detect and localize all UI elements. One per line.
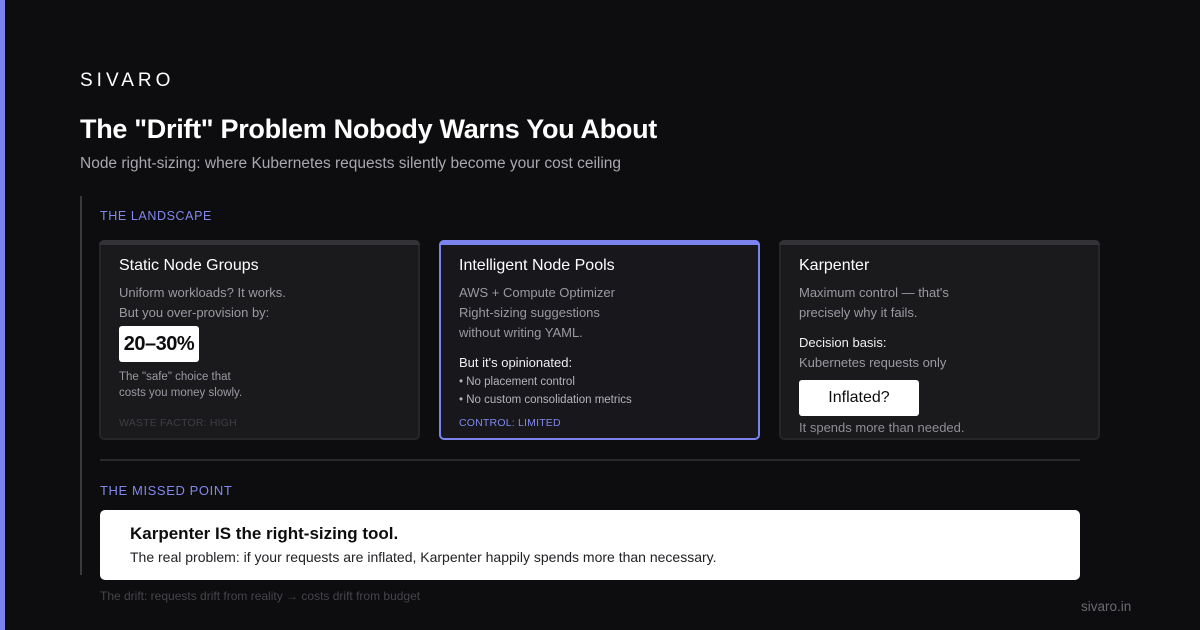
card-bullet: • No placement control [459,376,575,388]
callout-body: The real problem: if your requests are i… [130,549,717,565]
drift-note: The drift: requests drift from reality →… [100,589,421,603]
card-subheading: Decision basis: [799,335,887,350]
card-line: precisely why it fails. [799,305,918,320]
card-line: AWS + Compute Optimizer [459,285,615,300]
card-title: Karpenter [799,257,870,274]
accent-bar [0,0,5,630]
card-topline [439,240,760,245]
waste-percentage-badge: 20–30% [119,326,199,362]
card-topline [99,240,420,245]
section-divider [100,459,1080,461]
card-bullet: • No custom consolidation metrics [459,394,632,406]
card-note: The "safe" choice that [119,371,231,383]
card-intelligent-node-pools: Intelligent Node Pools AWS + Compute Opt… [439,240,760,440]
card-title: Intelligent Node Pools [459,257,615,274]
card-line: Right-sizing suggestions [459,305,600,320]
card-note: It spends more than needed. [799,420,965,435]
card-topline [779,240,1100,245]
brand-logo: SIVARO [80,70,175,91]
card-note: costs you money slowly. [119,387,243,399]
card-line: Maximum control — that's [799,285,949,300]
inflated-badge: Inflated? [799,380,919,416]
missed-point-label: THE MISSED POINT [100,483,233,498]
card-footer: WASTE FACTOR: HIGH [119,417,237,429]
card-subheading: But it's opinionated: [459,355,573,370]
missed-point-callout: Karpenter IS the right-sizing tool. The … [100,510,1080,580]
card-karpenter: Karpenter Maximum control — that's preci… [779,240,1100,440]
section-rail [80,196,82,575]
callout-title: Karpenter IS the right-sizing tool. [130,524,399,543]
card-title: Static Node Groups [119,257,259,274]
page-subtitle: Node right-sizing: where Kubernetes requ… [80,155,622,172]
card-line: But you over-provision by: [119,305,270,320]
landscape-label: THE LANDSCAPE [100,209,212,223]
card-static-node-groups: Static Node Groups Uniform workloads? It… [99,240,420,440]
card-footer: CONTROL: LIMITED [459,417,561,429]
page-title: The "Drift" Problem Nobody Warns You Abo… [80,114,657,144]
card-line: Uniform workloads? It works. [119,285,286,300]
site-url: sivaro.in [1081,599,1132,614]
card-line: without writing YAML. [459,325,583,340]
decision-basis: Kubernetes requests only [799,355,947,370]
